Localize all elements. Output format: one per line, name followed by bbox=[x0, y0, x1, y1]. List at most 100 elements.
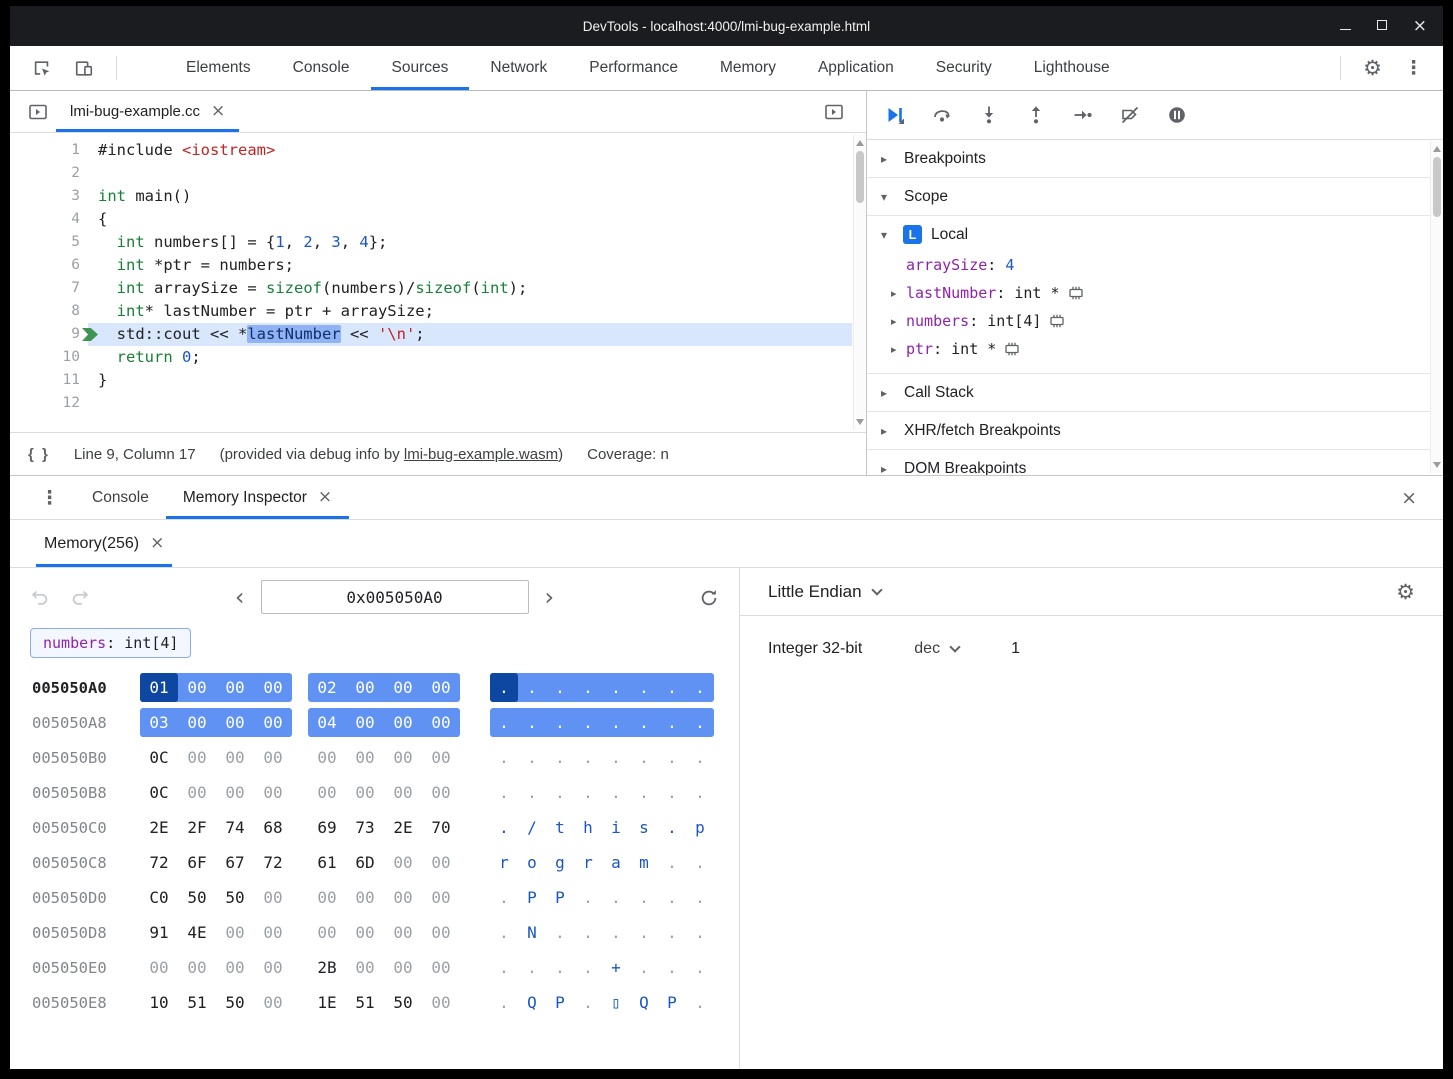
memory-byte[interactable]: 02 bbox=[308, 673, 346, 702]
close-memory-tab-icon[interactable]: × bbox=[150, 535, 164, 552]
chevron-right-icon[interactable]: ▸ bbox=[891, 343, 906, 356]
show-navigator-icon[interactable] bbox=[20, 103, 56, 121]
maximize-button[interactable] bbox=[1377, 17, 1387, 35]
memory-ascii-char[interactable]: . bbox=[574, 673, 602, 702]
toggle-debugger-sidebar-icon[interactable] bbox=[816, 103, 852, 121]
pretty-print-icon[interactable]: { } bbox=[28, 446, 50, 463]
memory-byte[interactable]: 00 bbox=[216, 673, 254, 702]
memory-ascii-char[interactable]: . bbox=[574, 743, 602, 772]
dom-breakpoints-section[interactable]: ▸ DOM Breakpoints bbox=[867, 450, 1443, 475]
scope-section[interactable]: ▾ Scope bbox=[867, 178, 1443, 216]
memory-ascii-char[interactable]: . bbox=[518, 673, 546, 702]
scrollbar-up-icon[interactable] bbox=[1433, 146, 1441, 152]
memory-ascii-char[interactable]: . bbox=[630, 778, 658, 807]
memory-chip-icon[interactable] bbox=[1067, 286, 1085, 300]
memory-byte[interactable]: 00 bbox=[422, 743, 460, 772]
memory-byte[interactable]: 00 bbox=[422, 673, 460, 702]
memory-ascii-char[interactable]: m bbox=[630, 848, 658, 877]
memory-byte[interactable]: 00 bbox=[384, 708, 422, 737]
memory-byte[interactable]: 00 bbox=[384, 778, 422, 807]
memory-byte[interactable]: 00 bbox=[308, 743, 346, 772]
memory-byte[interactable]: 00 bbox=[254, 953, 292, 982]
tab-console-drawer[interactable]: Console bbox=[75, 476, 166, 519]
memory-byte[interactable]: 61 bbox=[308, 848, 346, 877]
memory-ascii-char[interactable]: . bbox=[546, 953, 574, 982]
interpreter-settings-gear-icon[interactable]: ⚙ bbox=[1396, 580, 1415, 604]
scrollbar-down-icon[interactable] bbox=[1433, 462, 1441, 468]
memory-ascii-char[interactable]: . bbox=[686, 743, 714, 772]
memory-ascii-char[interactable]: . bbox=[518, 778, 546, 807]
scrollbar-thumb[interactable] bbox=[856, 151, 864, 203]
chevron-right-icon[interactable]: ▸ bbox=[881, 152, 894, 166]
memory-byte[interactable]: 0C bbox=[140, 743, 178, 772]
line-number[interactable]: 10 bbox=[10, 346, 88, 369]
memory-byte[interactable]: 00 bbox=[384, 848, 422, 877]
chevron-right-icon[interactable]: ▸ bbox=[891, 315, 906, 328]
memory-ascii-char[interactable]: P bbox=[546, 988, 574, 1017]
memory-ascii-char[interactable]: . bbox=[686, 883, 714, 912]
memory-ascii-char[interactable]: P bbox=[658, 988, 686, 1017]
step-out-icon[interactable] bbox=[1026, 105, 1046, 125]
memory-ascii-char[interactable]: . bbox=[658, 918, 686, 947]
memory-ascii-char[interactable]: . bbox=[630, 743, 658, 772]
code-line[interactable]: 9 std::cout << *lastNumber << '\n'; bbox=[10, 323, 866, 346]
memory-ascii-char[interactable]: N bbox=[518, 918, 546, 947]
memory-ascii-char[interactable]: . bbox=[658, 743, 686, 772]
memory-byte[interactable]: 00 bbox=[216, 778, 254, 807]
scrollbar-down-icon[interactable] bbox=[856, 419, 864, 425]
chevron-right-icon[interactable]: ▸ bbox=[881, 462, 894, 476]
deactivate-breakpoints-icon[interactable] bbox=[1120, 105, 1140, 125]
code-line[interactable]: 11} bbox=[10, 369, 866, 392]
memory-ascii-char[interactable]: P bbox=[518, 883, 546, 912]
memory-byte[interactable]: 91 bbox=[140, 918, 178, 947]
memory-byte[interactable]: 00 bbox=[254, 918, 292, 947]
memory-ascii-char[interactable]: . bbox=[546, 708, 574, 737]
code-editor[interactable]: 1#include <iostream>23int main()4{5 int … bbox=[10, 133, 866, 432]
code-line[interactable]: 5 int numbers[] = {1, 2, 3, 4}; bbox=[10, 231, 866, 254]
settings-gear-icon[interactable]: ⚙ bbox=[1363, 56, 1382, 80]
chevron-down-icon[interactable]: ▾ bbox=[881, 190, 894, 204]
memory-ascii-char[interactable]: . bbox=[686, 778, 714, 807]
memory-ascii-char[interactable]: . bbox=[574, 953, 602, 982]
memory-ascii-char[interactable]: . bbox=[686, 673, 714, 702]
memory-ascii-char[interactable]: Q bbox=[518, 988, 546, 1017]
tab-sources[interactable]: Sources bbox=[371, 46, 470, 90]
tab-security[interactable]: Security bbox=[915, 46, 1013, 90]
memory-byte[interactable]: 00 bbox=[346, 918, 384, 947]
file-tab[interactable]: lmi-bug-example.cc × bbox=[56, 91, 239, 132]
memory-ascii-char[interactable]: . bbox=[658, 953, 686, 982]
memory-byte[interactable]: 50 bbox=[178, 883, 216, 912]
memory-byte[interactable]: 00 bbox=[178, 743, 216, 772]
memory-byte[interactable]: 00 bbox=[308, 778, 346, 807]
tab-lighthouse[interactable]: Lighthouse bbox=[1013, 46, 1131, 90]
tab-elements[interactable]: Elements bbox=[165, 46, 272, 90]
memory-ascii-char[interactable]: . bbox=[518, 708, 546, 737]
memory-byte[interactable]: 10 bbox=[140, 988, 178, 1017]
memory-byte[interactable]: 00 bbox=[216, 953, 254, 982]
memory-byte[interactable]: 00 bbox=[422, 953, 460, 982]
memory-byte[interactable]: 04 bbox=[308, 708, 346, 737]
inspect-element-icon[interactable] bbox=[32, 58, 52, 78]
code-line[interactable]: 7 int arraySize = sizeof(numbers)/sizeof… bbox=[10, 277, 866, 300]
memory-byte[interactable]: 2F bbox=[178, 813, 216, 842]
memory-byte[interactable]: 00 bbox=[178, 778, 216, 807]
memory-byte[interactable]: 72 bbox=[140, 848, 178, 877]
memory-byte[interactable]: 00 bbox=[216, 708, 254, 737]
tab-console[interactable]: Console bbox=[272, 46, 371, 90]
memory-ascii-char[interactable]: . bbox=[658, 708, 686, 737]
wasm-file-link[interactable]: lmi-bug-example.wasm bbox=[404, 446, 558, 463]
memory-ascii-char[interactable]: . bbox=[546, 673, 574, 702]
memory-byte[interactable]: 4E bbox=[178, 918, 216, 947]
memory-ascii-char[interactable]: . bbox=[630, 883, 658, 912]
memory-ascii-char[interactable]: . bbox=[574, 988, 602, 1017]
memory-ascii-char[interactable]: . bbox=[686, 848, 714, 877]
memory-byte[interactable]: 00 bbox=[384, 918, 422, 947]
memory-ascii-char[interactable]: . bbox=[658, 848, 686, 877]
line-number[interactable]: 2 bbox=[10, 162, 88, 185]
memory-ascii-char[interactable]: . bbox=[630, 708, 658, 737]
line-number[interactable]: 11 bbox=[10, 369, 88, 392]
memory-ascii-char[interactable]: . bbox=[490, 708, 518, 737]
memory-byte[interactable]: 2B bbox=[308, 953, 346, 982]
refresh-icon[interactable] bbox=[699, 587, 719, 607]
memory-tab[interactable]: Memory(256) × bbox=[36, 520, 172, 567]
